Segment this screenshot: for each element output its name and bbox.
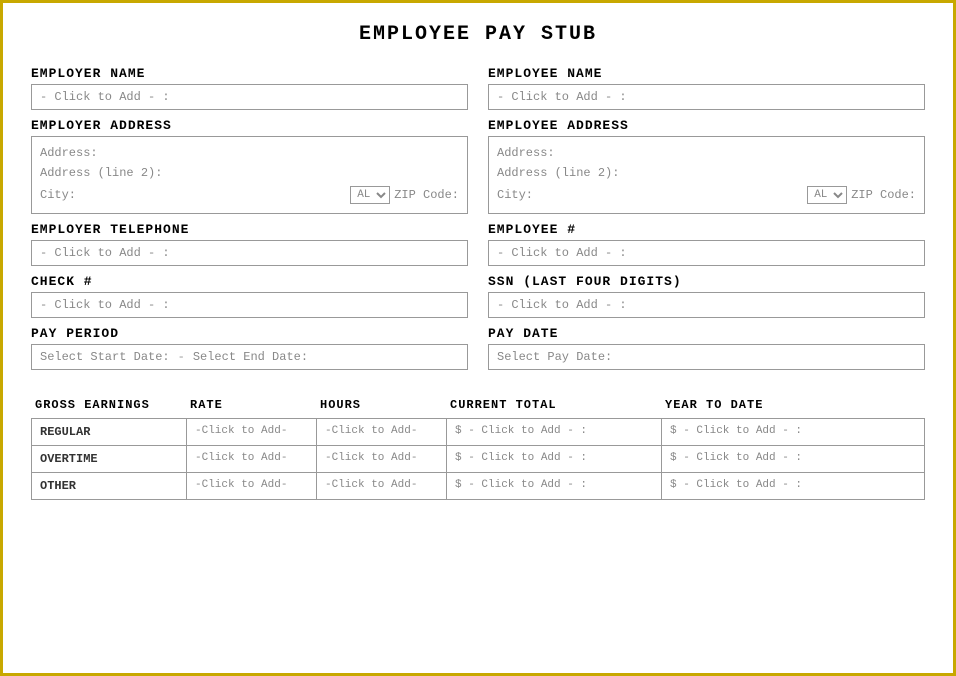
earnings-header-current: CURRENT TOTAL: [446, 396, 661, 414]
employer-name-section: EMPLOYER NAME - Click to Add - :: [31, 66, 468, 110]
overtime-label: OVERTIME: [32, 446, 187, 472]
other-label: OTHER: [32, 473, 187, 499]
check-section: CHECK # - Click to Add - :: [31, 274, 468, 318]
pay-period-section: PAY PERIOD Select Start Date: - Select E…: [31, 326, 468, 370]
employer-telephone-section: EMPLOYER TELEPHONE - Click to Add - :: [31, 222, 468, 266]
employee-column: EMPLOYEE NAME - Click to Add - : EMPLOYE…: [488, 66, 925, 378]
employer-address-city-row: City: AL AK AZ CA CO FL GA NY TX ZIP: [40, 183, 459, 207]
employee-name-section: EMPLOYEE NAME - Click to Add - :: [488, 66, 925, 110]
employer-city-label: City:: [40, 188, 346, 202]
earnings-table: REGULAR -Click to Add- -Click to Add- $ …: [31, 418, 925, 500]
earnings-row-other: OTHER -Click to Add- -Click to Add- $ - …: [32, 473, 924, 499]
other-rate[interactable]: -Click to Add-: [187, 473, 317, 499]
earnings-row-regular: REGULAR -Click to Add- -Click to Add- $ …: [32, 419, 924, 446]
check-input[interactable]: - Click to Add - :: [31, 292, 468, 318]
employer-column: EMPLOYER NAME - Click to Add - : EMPLOYE…: [31, 66, 468, 378]
earnings-row-overtime: OVERTIME -Click to Add- -Click to Add- $…: [32, 446, 924, 473]
employer-name-input[interactable]: - Click to Add - :: [31, 84, 468, 110]
employee-number-input[interactable]: - Click to Add - :: [488, 240, 925, 266]
employer-address-label: EMPLOYER ADDRESS: [31, 118, 468, 133]
ssn-section: SSN (LAST FOUR DIGITS) - Click to Add - …: [488, 274, 925, 318]
employee-number-label: EMPLOYEE #: [488, 222, 925, 237]
employee-number-section: EMPLOYEE # - Click to Add - :: [488, 222, 925, 266]
pay-date-input[interactable]: Select Pay Date:: [488, 344, 925, 370]
overtime-ytd[interactable]: $ - Click to Add - :: [662, 446, 877, 472]
employer-address-section: EMPLOYER ADDRESS Address: Address (line …: [31, 118, 468, 214]
regular-ytd[interactable]: $ - Click to Add - :: [662, 419, 877, 445]
overtime-current[interactable]: $ - Click to Add - :: [447, 446, 662, 472]
employer-zip-label: ZIP Code:: [394, 188, 459, 202]
employer-address-line2: Address (line 2):: [40, 163, 459, 183]
employee-address-box[interactable]: Address: Address (line 2): City: AL AK A…: [488, 136, 925, 214]
other-ytd[interactable]: $ - Click to Add - :: [662, 473, 877, 499]
pay-date-section: PAY DATE Select Pay Date:: [488, 326, 925, 370]
employee-address-city-row: City: AL AK AZ CA CO FL GA NY TX ZIP: [497, 183, 916, 207]
earnings-header-rate: RATE: [186, 396, 316, 414]
regular-label: REGULAR: [32, 419, 187, 445]
employee-address-line1: Address:: [497, 143, 916, 163]
employee-city-label: City:: [497, 188, 803, 202]
earnings-header-gross: GROSS EARNINGS: [31, 396, 186, 414]
employer-address-box[interactable]: Address: Address (line 2): City: AL AK A…: [31, 136, 468, 214]
other-hours[interactable]: -Click to Add-: [317, 473, 447, 499]
overtime-hours[interactable]: -Click to Add-: [317, 446, 447, 472]
main-grid: EMPLOYER NAME - Click to Add - : EMPLOYE…: [31, 66, 925, 378]
employer-telephone-label: EMPLOYER TELEPHONE: [31, 222, 468, 237]
regular-rate[interactable]: -Click to Add-: [187, 419, 317, 445]
employee-state-select[interactable]: AL AK AZ CA CO FL GA NY TX: [807, 186, 847, 204]
employee-address-line2: Address (line 2):: [497, 163, 916, 183]
employee-address-section: EMPLOYEE ADDRESS Address: Address (line …: [488, 118, 925, 214]
other-current[interactable]: $ - Click to Add - :: [447, 473, 662, 499]
ssn-input[interactable]: - Click to Add - :: [488, 292, 925, 318]
pay-period-label: PAY PERIOD: [31, 326, 468, 341]
regular-hours[interactable]: -Click to Add-: [317, 419, 447, 445]
pay-period-dash: -: [178, 350, 185, 364]
earnings-header-hours: HOURS: [316, 396, 446, 414]
pay-period-box[interactable]: Select Start Date: - Select End Date:: [31, 344, 468, 370]
earnings-section: GROSS EARNINGS RATE HOURS CURRENT TOTAL …: [31, 392, 925, 500]
overtime-rate[interactable]: -Click to Add-: [187, 446, 317, 472]
regular-current[interactable]: $ - Click to Add - :: [447, 419, 662, 445]
pay-date-label: PAY DATE: [488, 326, 925, 341]
employee-zip-label: ZIP Code:: [851, 188, 916, 202]
pay-period-end: Select End Date:: [193, 350, 308, 364]
employer-name-label: EMPLOYER NAME: [31, 66, 468, 81]
pay-period-start: Select Start Date:: [40, 350, 170, 364]
employer-telephone-input[interactable]: - Click to Add - :: [31, 240, 468, 266]
employer-state-select[interactable]: AL AK AZ CA CO FL GA NY TX: [350, 186, 390, 204]
employee-name-input[interactable]: - Click to Add - :: [488, 84, 925, 110]
earnings-header: GROSS EARNINGS RATE HOURS CURRENT TOTAL …: [31, 392, 925, 418]
check-label: CHECK #: [31, 274, 468, 289]
employee-address-label: EMPLOYEE ADDRESS: [488, 118, 925, 133]
page-title: EMPLOYEE PAY STUB: [31, 23, 925, 46]
employer-address-line1: Address:: [40, 143, 459, 163]
pay-stub-page: EMPLOYEE PAY STUB EMPLOYER NAME - Click …: [0, 0, 956, 676]
ssn-label: SSN (LAST FOUR DIGITS): [488, 274, 925, 289]
earnings-header-ytd: YEAR TO DATE: [661, 396, 876, 414]
employee-name-label: EMPLOYEE NAME: [488, 66, 925, 81]
